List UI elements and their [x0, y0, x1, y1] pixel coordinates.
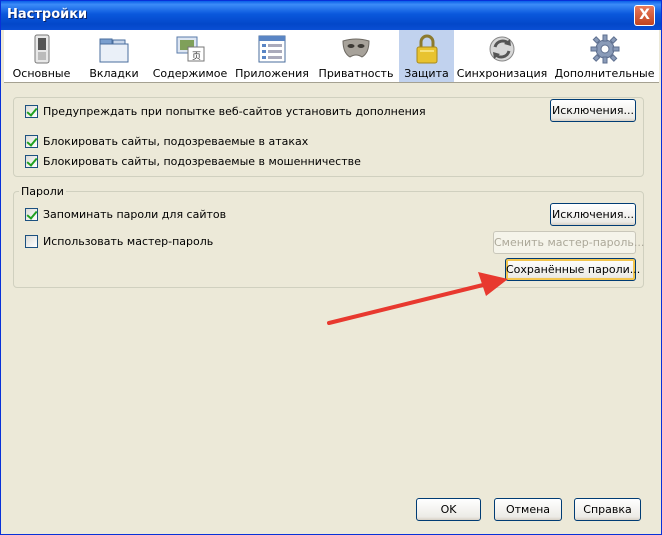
- block-forgery-checkbox[interactable]: [25, 155, 38, 168]
- title-bar[interactable]: Настройки X: [1, 1, 661, 30]
- block-attack-row[interactable]: Блокировать сайты, подозреваемые в атака…: [25, 135, 308, 148]
- remember-passwords-checkbox[interactable]: [25, 208, 38, 221]
- master-password-label: Использовать мастер-пароль: [43, 235, 214, 248]
- cancel-button[interactable]: Отмена: [494, 498, 562, 521]
- block-forgery-label: Блокировать сайты, подозреваемые в мошен…: [43, 155, 361, 168]
- tab-sync-label: Синхронизация: [456, 67, 548, 80]
- tab-security[interactable]: Защита: [399, 30, 454, 82]
- mask-icon: [342, 38, 370, 58]
- warn-addons-checkbox[interactable]: [25, 105, 38, 118]
- help-button[interactable]: Справка: [574, 498, 641, 521]
- passwords-group-title: Пароли: [19, 185, 66, 198]
- ok-button[interactable]: OK: [416, 498, 481, 521]
- tab-general[interactable]: Основные: [4, 30, 79, 82]
- tab-security-label: Защита: [404, 67, 449, 80]
- tab-applications-label: Приложения: [235, 67, 309, 80]
- tab-advanced[interactable]: Дополнительные: [550, 30, 659, 82]
- settings-window: Настройки X Основные Вкладки 页 Содержимо…: [0, 0, 662, 535]
- warn-addons-row[interactable]: Предупреждать при попытке веб-сайтов уст…: [25, 105, 426, 118]
- saved-passwords-button[interactable]: Сохранённые пароли...: [505, 258, 640, 281]
- master-password-row[interactable]: Использовать мастер-пароль: [25, 235, 213, 248]
- tab-tabs[interactable]: Вкладки: [79, 30, 149, 82]
- tab-sync[interactable]: Синхронизация: [454, 30, 550, 82]
- block-attack-label: Блокировать сайты, подозреваемые в атака…: [43, 135, 309, 148]
- warn-addons-label: Предупреждать при попытке веб-сайтов уст…: [43, 105, 426, 118]
- close-button[interactable]: X: [634, 5, 655, 26]
- tab-privacy[interactable]: Приватность: [313, 30, 399, 82]
- tab-advanced-label: Дополнительные: [554, 67, 655, 80]
- tab-privacy-label: Приватность: [318, 67, 394, 80]
- content-icon: 页: [176, 36, 205, 62]
- addons-exceptions-button[interactable]: Исключения...: [550, 99, 636, 122]
- tab-content-label: Содержимое: [152, 67, 228, 80]
- sync-icon: [489, 36, 515, 62]
- window-title: Настройки: [7, 7, 88, 22]
- tabs-icon: [99, 38, 129, 63]
- tab-general-label: Основные: [12, 67, 71, 80]
- preferences-toolbar: Основные Вкладки 页 Содержимое Приложения…: [4, 30, 659, 83]
- remember-passwords-row[interactable]: Запоминать пароли для сайтов: [25, 208, 226, 221]
- remember-passwords-label: Запоминать пароли для сайтов: [43, 208, 227, 221]
- block-attack-checkbox[interactable]: [25, 135, 38, 148]
- gear-icon: [590, 34, 619, 64]
- tab-applications[interactable]: Приложения: [231, 30, 313, 82]
- svg-text:页: 页: [192, 51, 201, 62]
- change-master-password-button[interactable]: Сменить мастер-пароль...: [493, 231, 644, 254]
- close-icon: X: [639, 7, 650, 23]
- passwords-exceptions-button[interactable]: Исключения...: [550, 203, 636, 226]
- master-password-checkbox[interactable]: [25, 235, 38, 248]
- lock-icon: [416, 34, 437, 64]
- applications-icon: [258, 35, 286, 63]
- tab-tabs-label: Вкладки: [89, 67, 139, 80]
- block-forgery-row[interactable]: Блокировать сайты, подозреваемые в мошен…: [25, 155, 361, 168]
- tab-content[interactable]: 页 Содержимое: [149, 30, 231, 82]
- switch-icon: [34, 34, 49, 64]
